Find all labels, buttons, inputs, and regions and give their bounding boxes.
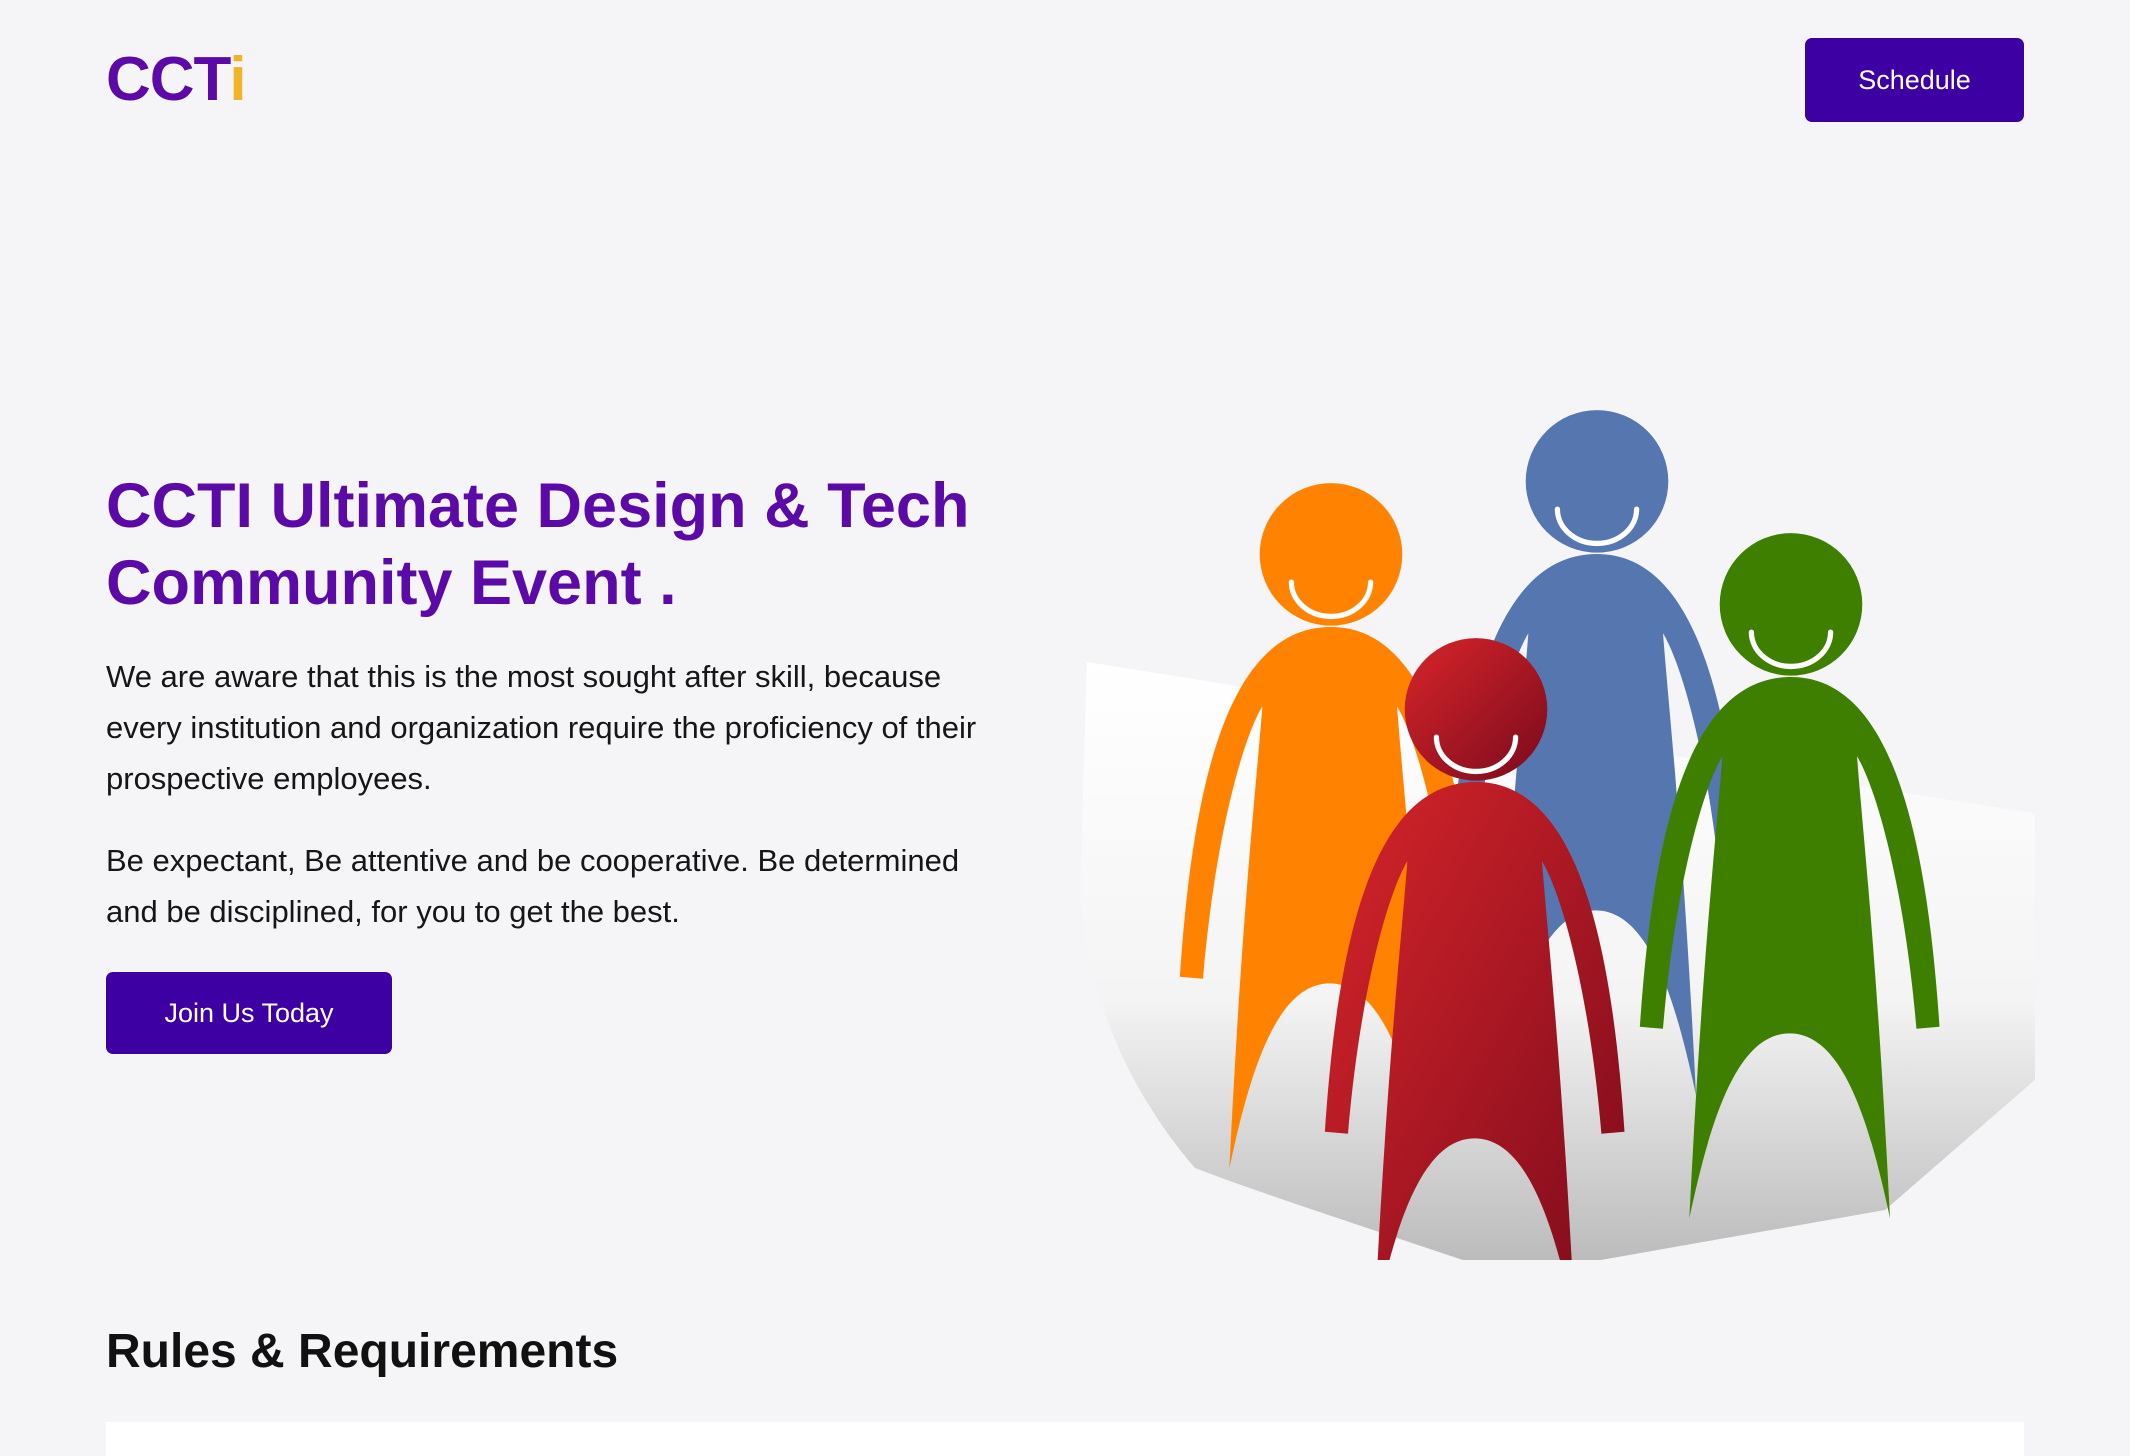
logo-accent-letter: i — [229, 45, 246, 114]
hero-title: CCTI Ultimate Design & Tech Community Ev… — [106, 471, 970, 618]
hero-description-2: Be expectant, Be attentive and be cooper… — [106, 843, 960, 929]
rules-card — [106, 1422, 2024, 1456]
join-us-button[interactable]: Join Us Today — [106, 972, 392, 1054]
community-people-illustration — [1080, 300, 2035, 1260]
schedule-button[interactable]: Schedule — [1805, 38, 2024, 122]
logo-main-text: CCT — [106, 45, 230, 114]
hero-description-1: We are aware that this is the most sough… — [106, 659, 977, 796]
rules-section-title: Rules & Requirements — [106, 1325, 619, 1378]
logo[interactable]: CCTi — [106, 44, 247, 116]
